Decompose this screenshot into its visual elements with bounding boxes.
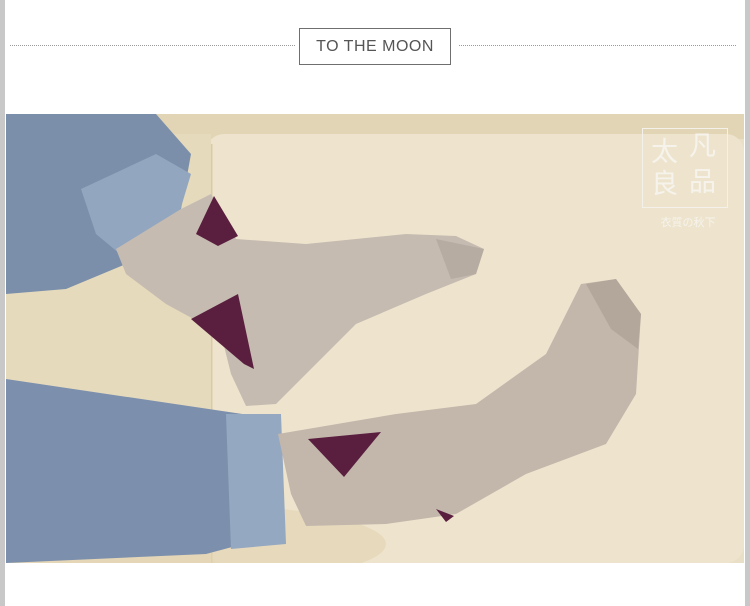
logo-tagline: 衣質の秋下 [660,216,716,229]
header-divider-right [459,45,736,46]
logo-char-1: 太 [651,137,678,168]
photo-illustration [6,114,744,563]
right-border [745,0,750,606]
header-divider-left [10,45,295,46]
header-title-box: TO THE MOON [299,28,451,65]
logo-char-2: 凡 [689,131,716,162]
logo-char-3: 良 [651,169,678,200]
lower-jeans-cuff [226,414,286,549]
left-border [0,0,5,606]
product-photo: 太 凡 良 品 衣質の秋下 [6,114,744,563]
brand-logo: 太 凡 良 品 [642,128,728,208]
logo-char-4: 品 [689,167,716,198]
header-title: TO THE MOON [316,37,434,55]
